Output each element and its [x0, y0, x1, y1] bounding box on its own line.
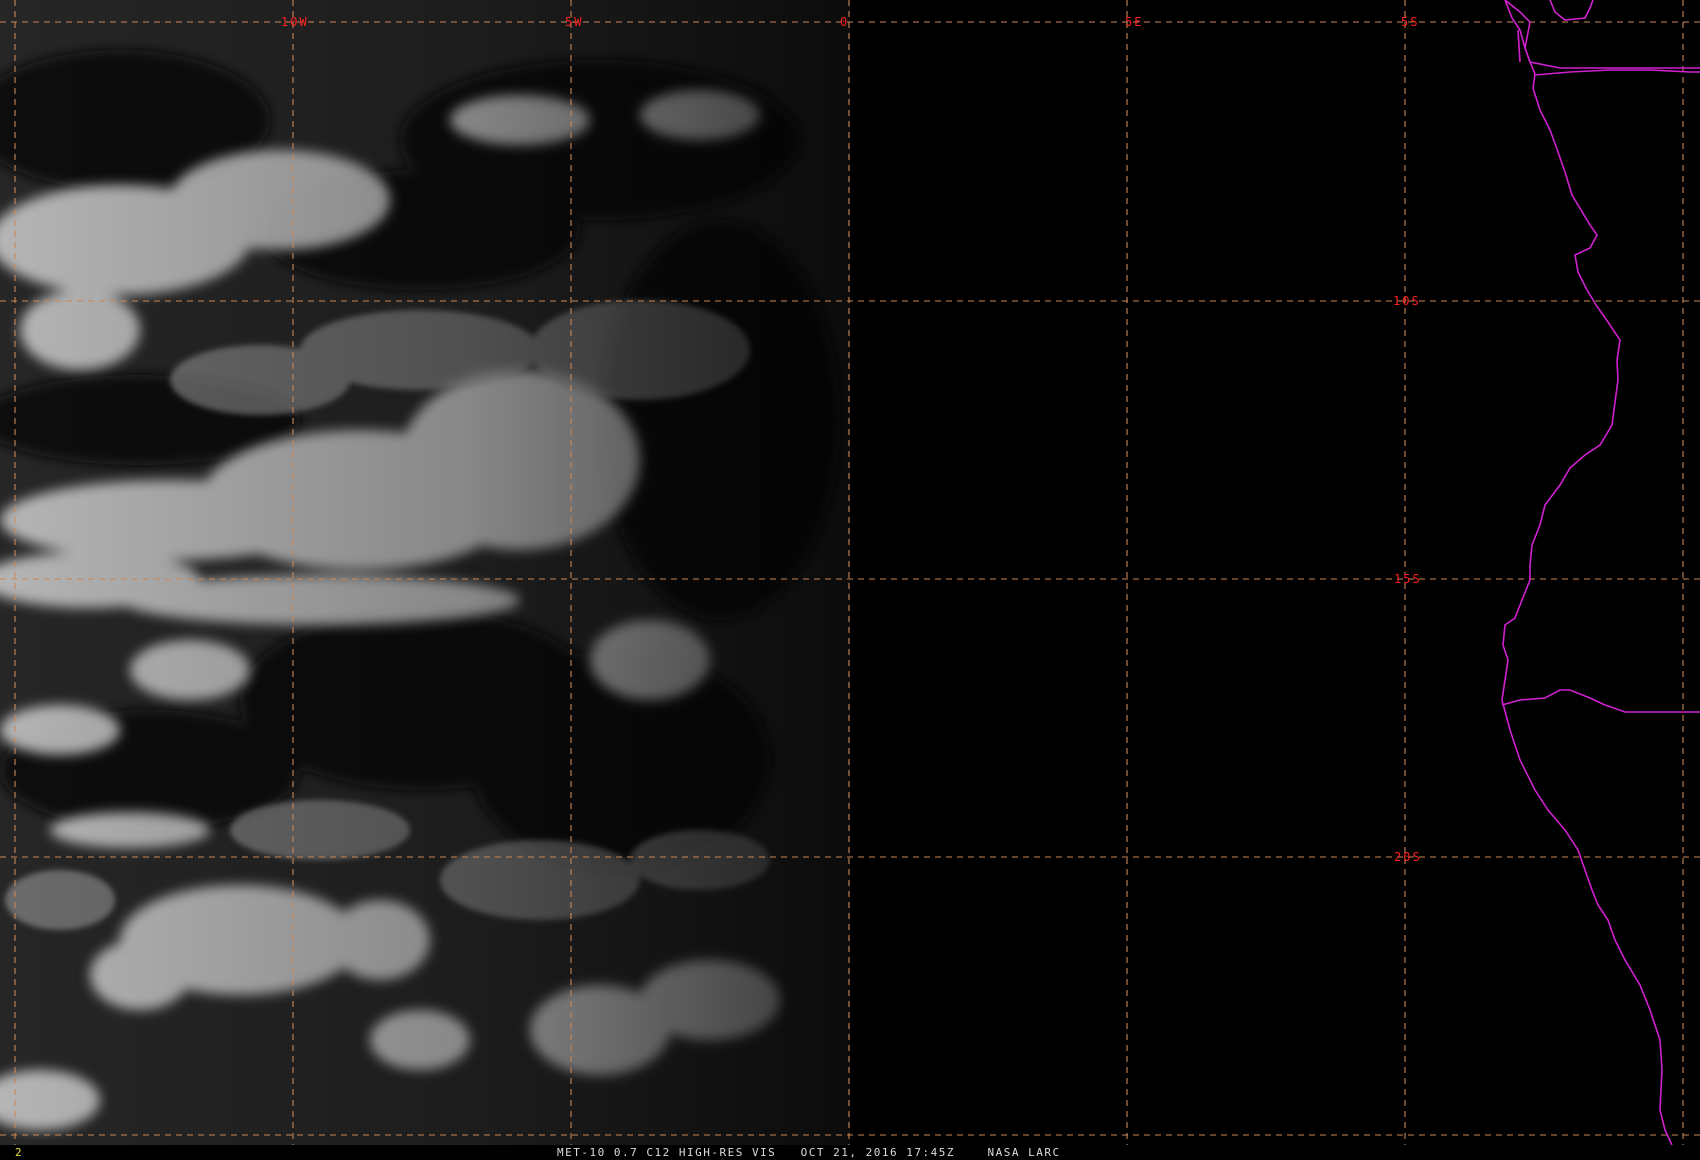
lat-label-15s: 15S — [1394, 572, 1422, 586]
cloud-imagery — [0, 0, 850, 1145]
lat-label-5s: 5S — [1401, 15, 1419, 29]
image-caption: MET-10 0.7 C12 HIGH-RES VIS OCT 21, 2016… — [557, 1146, 1061, 1159]
national-border — [1524, 47, 1700, 69]
lon-label-0: 0 — [840, 15, 849, 29]
satellite-map: 10W 5W 0 5E 5S 10S 15S 20S 2 MET-10 0.7 … — [0, 0, 1700, 1160]
national-border — [1517, 29, 1521, 63]
frame-number: 2 — [15, 1146, 22, 1159]
lat-label-10s: 10S — [1393, 294, 1421, 308]
national-border — [1504, 0, 1531, 49]
national-border — [1501, 689, 1700, 713]
coastline-overlay — [1501, 0, 1700, 1145]
national-border — [1549, 0, 1594, 21]
national-border — [1534, 69, 1700, 76]
lon-label-5e: 5E — [1125, 15, 1143, 29]
lon-label-5w: 5W — [565, 15, 583, 29]
map-canvas: 10W 5W 0 5E 5S 10S 15S 20S — [0, 0, 1700, 1145]
lon-label-10w: 10W — [281, 15, 309, 29]
lat-label-20s: 20S — [1394, 850, 1422, 864]
coastline — [1501, 0, 1673, 1145]
